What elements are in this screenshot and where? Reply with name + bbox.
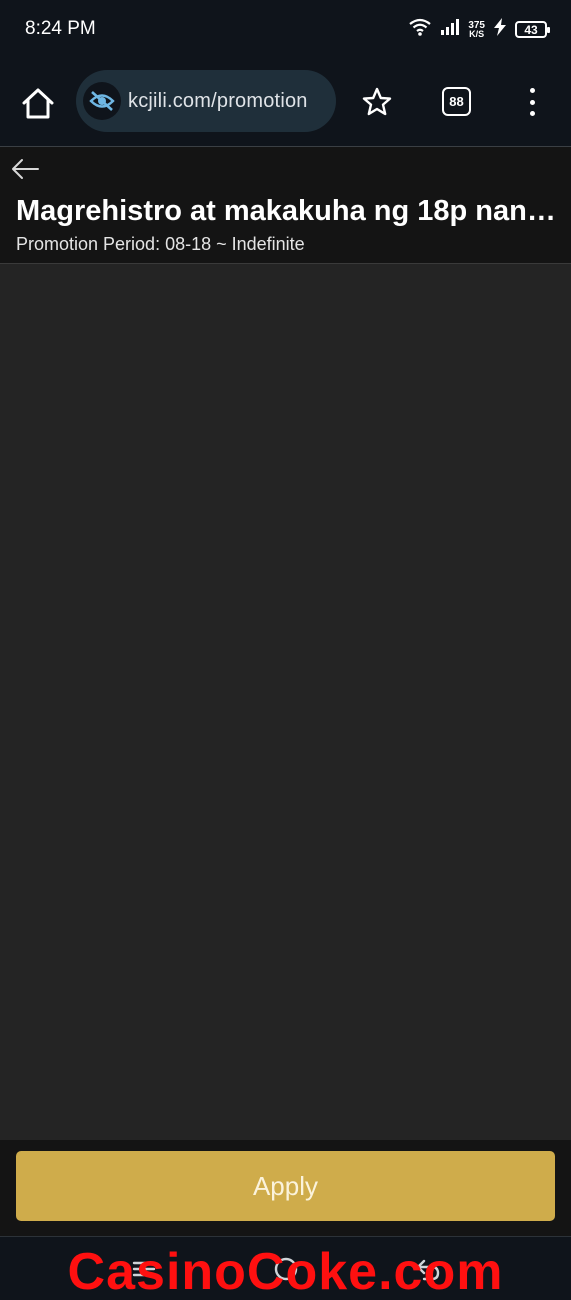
circle-home-icon <box>274 1257 298 1281</box>
more-icon-dot <box>529 99 535 105</box>
browser-toolbar: kcjili.com/promotion 88 <box>0 58 571 146</box>
apply-button[interactable]: Apply <box>16 1151 555 1221</box>
recents-button[interactable] <box>130 1255 158 1283</box>
url-text[interactable]: kcjili.com/promotion <box>128 90 308 113</box>
more-icon-dot <box>529 111 535 116</box>
status-icons: 375 K/S 43 <box>408 17 550 42</box>
promotion-period: Promotion Period: 08-18 ~ Indefinite <box>16 234 305 254</box>
wifi-icon <box>408 17 432 42</box>
home-icon <box>22 88 54 119</box>
footer-bar: Apply <box>0 1140 571 1236</box>
speed-unit: K/S <box>469 28 485 39</box>
back-icon <box>416 1259 440 1281</box>
back-arrow-icon <box>12 159 39 179</box>
battery-icon: 43 <box>515 21 550 38</box>
battery-level: 43 <box>524 22 538 37</box>
promotion-header: Magrehistro at makakuha ng 18p nang libr… <box>0 147 571 263</box>
menu-icon <box>132 1261 156 1277</box>
star-icon <box>362 87 392 116</box>
system-nav-bar <box>0 1236 571 1300</box>
bookmark-button[interactable] <box>361 86 393 118</box>
tabs-button[interactable]: 88 <box>442 87 471 116</box>
tab-count: 88 <box>449 94 464 109</box>
home-button[interactable] <box>20 86 56 122</box>
address-bar[interactable]: kcjili.com/promotion <box>76 70 336 132</box>
status-time: 8:24 PM <box>25 18 96 39</box>
page-title: Magrehistro at makakuha ng 18p nang libr… <box>16 195 556 227</box>
more-menu-button[interactable] <box>522 86 542 118</box>
network-speed: 375 K/S <box>468 20 485 39</box>
privacy-eye-icon[interactable] <box>83 82 121 120</box>
system-back-button[interactable] <box>414 1255 442 1283</box>
charging-icon <box>493 18 507 41</box>
status-bar: 8:24 PM 375 K/S 43 <box>0 0 571 58</box>
signal-icon <box>440 18 460 41</box>
back-button[interactable] <box>10 157 40 181</box>
more-icon-dot <box>529 88 535 93</box>
system-home-button[interactable] <box>272 1255 300 1283</box>
promotion-content <box>0 264 571 1140</box>
